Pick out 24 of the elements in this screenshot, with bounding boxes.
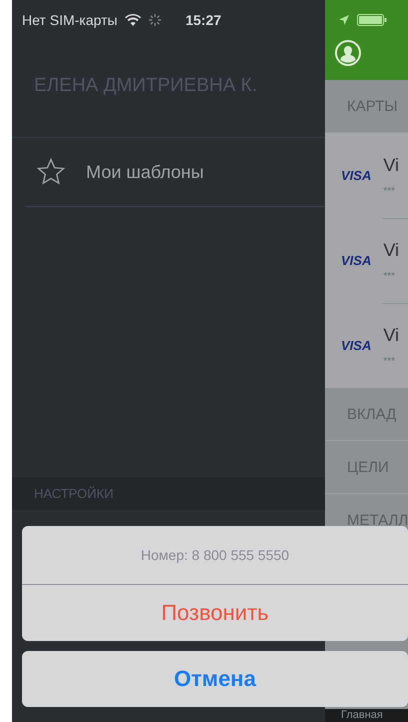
tab-label[interactable]: Главная: [325, 709, 408, 722]
card-title: Vi: [383, 325, 400, 346]
cancel-button[interactable]: Отмена: [22, 651, 408, 707]
card-number: ***: [383, 271, 396, 282]
card-number: ***: [383, 356, 396, 367]
card-number: ***: [383, 186, 396, 196]
battery-icon: [357, 14, 387, 26]
card-title: Vi: [383, 240, 400, 261]
card-row[interactable]: VISA Vi ***: [325, 218, 408, 303]
carrier-label: Нет SIM-карты: [22, 12, 118, 28]
card-logo: VISA: [341, 253, 372, 268]
sheet-message: Номер: 8 800 555 5550: [22, 526, 408, 585]
menu-item-label: Мои шаблоны: [86, 162, 204, 182]
card-title: Vi: [383, 154, 400, 176]
location-arrow-icon: [339, 15, 349, 25]
card-row[interactable]: VISA Vi ***: [325, 133, 408, 218]
profile-icon[interactable]: [335, 40, 361, 66]
card-logo: VISA: [341, 168, 372, 183]
card-logo: VISA: [341, 338, 372, 353]
spinner-icon: [149, 14, 162, 26]
wifi-icon: [125, 14, 142, 26]
card-row[interactable]: VISA Vi ***: [325, 303, 408, 388]
status-time: 15:27: [185, 12, 222, 28]
star-icon: [36, 157, 66, 187]
